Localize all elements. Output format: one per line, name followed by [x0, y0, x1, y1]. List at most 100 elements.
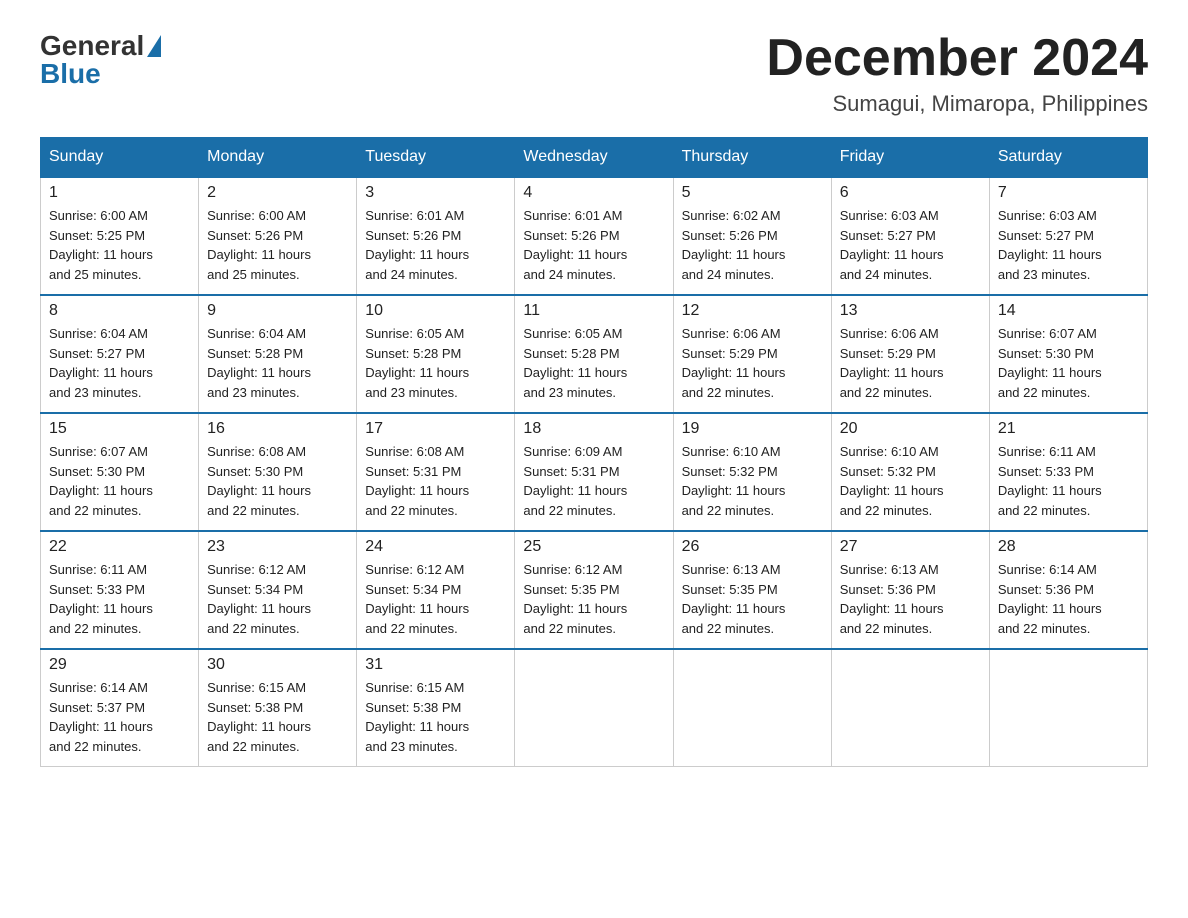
day-number: 30	[207, 656, 348, 674]
calendar-cell: 12Sunrise: 6:06 AMSunset: 5:29 PMDayligh…	[673, 295, 831, 413]
day-number: 14	[998, 302, 1139, 320]
day-info: Sunrise: 6:12 AMSunset: 5:34 PMDaylight:…	[365, 562, 469, 636]
calendar-cell: 6 Sunrise: 6:03 AMSunset: 5:27 PMDaylight…	[831, 177, 989, 295]
calendar-cell: 4 Sunrise: 6:01 AMSunset: 5:26 PMDaylight…	[515, 177, 673, 295]
col-header-friday: Friday	[831, 138, 989, 178]
day-info: Sunrise: 6:12 AMSunset: 5:35 PMDaylight:…	[523, 562, 627, 636]
day-info: Sunrise: 6:01 AMSunset: 5:26 PMDaylight:…	[523, 208, 627, 282]
calendar-cell: 28 Sunrise: 6:14 AMSunset: 5:36 PMDayligh…	[989, 531, 1147, 649]
calendar-cell: 16 Sunrise: 6:08 AMSunset: 5:30 PMDayligh…	[199, 413, 357, 531]
day-number: 8	[49, 302, 190, 320]
calendar-cell: 5 Sunrise: 6:02 AMSunset: 5:26 PMDaylight…	[673, 177, 831, 295]
calendar-cell: 23 Sunrise: 6:12 AMSunset: 5:34 PMDayligh…	[199, 531, 357, 649]
day-info: Sunrise: 6:08 AMSunset: 5:30 PMDaylight:…	[207, 444, 311, 518]
calendar-cell: 19 Sunrise: 6:10 AMSunset: 5:32 PMDayligh…	[673, 413, 831, 531]
week-row-4: 22 Sunrise: 6:11 AMSunset: 5:33 PMDayligh…	[41, 531, 1148, 649]
day-info: Sunrise: 6:05 AMSunset: 5:28 PMDaylight:…	[523, 326, 627, 400]
day-info: Sunrise: 6:15 AMSunset: 5:38 PMDaylight:…	[365, 680, 469, 754]
day-info: Sunrise: 6:12 AMSunset: 5:34 PMDaylight:…	[207, 562, 311, 636]
logo-triangle-icon	[147, 35, 161, 57]
calendar-cell: 30 Sunrise: 6:15 AMSunset: 5:38 PMDayligh…	[199, 649, 357, 767]
day-number: 29	[49, 656, 190, 674]
col-header-saturday: Saturday	[989, 138, 1147, 178]
calendar-cell: 20Sunrise: 6:10 AMSunset: 5:32 PMDayligh…	[831, 413, 989, 531]
day-info: Sunrise: 6:15 AMSunset: 5:38 PMDaylight:…	[207, 680, 311, 754]
day-info: Sunrise: 6:11 AMSunset: 5:33 PMDaylight:…	[49, 562, 153, 636]
day-info: Sunrise: 6:03 AMSunset: 5:27 PMDaylight:…	[998, 208, 1102, 282]
calendar-cell: 18 Sunrise: 6:09 AMSunset: 5:31 PMDayligh…	[515, 413, 673, 531]
day-number: 19	[682, 420, 823, 438]
day-info: Sunrise: 6:08 AMSunset: 5:31 PMDaylight:…	[365, 444, 469, 518]
col-header-tuesday: Tuesday	[357, 138, 515, 178]
day-number: 18	[523, 420, 664, 438]
day-info: Sunrise: 6:06 AMSunset: 5:29 PMDaylight:…	[840, 326, 944, 400]
day-info: Sunrise: 6:01 AMSunset: 5:26 PMDaylight:…	[365, 208, 469, 282]
day-info: Sunrise: 6:04 AMSunset: 5:28 PMDaylight:…	[207, 326, 311, 400]
calendar-cell: 29Sunrise: 6:14 AMSunset: 5:37 PMDayligh…	[41, 649, 199, 767]
day-info: Sunrise: 6:05 AMSunset: 5:28 PMDaylight:…	[365, 326, 469, 400]
day-number: 24	[365, 538, 506, 556]
calendar-cell: 17 Sunrise: 6:08 AMSunset: 5:31 PMDayligh…	[357, 413, 515, 531]
day-info: Sunrise: 6:00 AMSunset: 5:26 PMDaylight:…	[207, 208, 311, 282]
day-info: Sunrise: 6:10 AMSunset: 5:32 PMDaylight:…	[682, 444, 786, 518]
calendar-cell: 22 Sunrise: 6:11 AMSunset: 5:33 PMDayligh…	[41, 531, 199, 649]
day-number: 25	[523, 538, 664, 556]
location-subtitle: Sumagui, Mimaropa, Philippines	[766, 91, 1148, 117]
calendar-cell: 27Sunrise: 6:13 AMSunset: 5:36 PMDayligh…	[831, 531, 989, 649]
title-area: December 2024 Sumagui, Mimaropa, Philipp…	[766, 30, 1148, 117]
day-number: 21	[998, 420, 1139, 438]
header-row: SundayMondayTuesdayWednesdayThursdayFrid…	[41, 138, 1148, 178]
day-number: 28	[998, 538, 1139, 556]
calendar-cell: 2Sunrise: 6:00 AMSunset: 5:26 PMDaylight…	[199, 177, 357, 295]
logo-blue-text: Blue	[40, 58, 101, 90]
day-number: 4	[523, 184, 664, 202]
day-number: 13	[840, 302, 981, 320]
day-info: Sunrise: 6:09 AMSunset: 5:31 PMDaylight:…	[523, 444, 627, 518]
calendar-cell: 13 Sunrise: 6:06 AMSunset: 5:29 PMDayligh…	[831, 295, 989, 413]
calendar-cell: 31 Sunrise: 6:15 AMSunset: 5:38 PMDayligh…	[357, 649, 515, 767]
col-header-wednesday: Wednesday	[515, 138, 673, 178]
day-number: 31	[365, 656, 506, 674]
col-header-sunday: Sunday	[41, 138, 199, 178]
day-number: 23	[207, 538, 348, 556]
day-info: Sunrise: 6:13 AMSunset: 5:35 PMDaylight:…	[682, 562, 786, 636]
col-header-thursday: Thursday	[673, 138, 831, 178]
calendar-table: SundayMondayTuesdayWednesdayThursdayFrid…	[40, 137, 1148, 767]
day-info: Sunrise: 6:00 AMSunset: 5:25 PMDaylight:…	[49, 208, 153, 282]
day-info: Sunrise: 6:10 AMSunset: 5:32 PMDaylight:…	[840, 444, 944, 518]
day-number: 6	[840, 184, 981, 202]
calendar-cell: 9Sunrise: 6:04 AMSunset: 5:28 PMDaylight…	[199, 295, 357, 413]
day-info: Sunrise: 6:14 AMSunset: 5:36 PMDaylight:…	[998, 562, 1102, 636]
day-number: 17	[365, 420, 506, 438]
calendar-cell: 21Sunrise: 6:11 AMSunset: 5:33 PMDayligh…	[989, 413, 1147, 531]
day-number: 7	[998, 184, 1139, 202]
calendar-cell	[831, 649, 989, 767]
col-header-monday: Monday	[199, 138, 357, 178]
calendar-cell	[989, 649, 1147, 767]
calendar-body: 1 Sunrise: 6:00 AMSunset: 5:25 PMDaylight…	[41, 177, 1148, 767]
calendar-cell	[515, 649, 673, 767]
calendar-cell: 11Sunrise: 6:05 AMSunset: 5:28 PMDayligh…	[515, 295, 673, 413]
day-number: 16	[207, 420, 348, 438]
calendar-cell: 10Sunrise: 6:05 AMSunset: 5:28 PMDayligh…	[357, 295, 515, 413]
day-info: Sunrise: 6:07 AMSunset: 5:30 PMDaylight:…	[49, 444, 153, 518]
week-row-5: 29Sunrise: 6:14 AMSunset: 5:37 PMDayligh…	[41, 649, 1148, 767]
page-header: General Blue December 2024 Sumagui, Mima…	[40, 30, 1148, 117]
calendar-cell: 26Sunrise: 6:13 AMSunset: 5:35 PMDayligh…	[673, 531, 831, 649]
day-number: 3	[365, 184, 506, 202]
calendar-cell: 14Sunrise: 6:07 AMSunset: 5:30 PMDayligh…	[989, 295, 1147, 413]
calendar-cell: 15Sunrise: 6:07 AMSunset: 5:30 PMDayligh…	[41, 413, 199, 531]
logo: General Blue	[40, 30, 161, 90]
day-info: Sunrise: 6:04 AMSunset: 5:27 PMDaylight:…	[49, 326, 153, 400]
day-number: 1	[49, 184, 190, 202]
day-info: Sunrise: 6:03 AMSunset: 5:27 PMDaylight:…	[840, 208, 944, 282]
day-number: 5	[682, 184, 823, 202]
day-info: Sunrise: 6:02 AMSunset: 5:26 PMDaylight:…	[682, 208, 786, 282]
calendar-cell: 24 Sunrise: 6:12 AMSunset: 5:34 PMDayligh…	[357, 531, 515, 649]
day-number: 27	[840, 538, 981, 556]
calendar-cell: 1 Sunrise: 6:00 AMSunset: 5:25 PMDaylight…	[41, 177, 199, 295]
day-number: 12	[682, 302, 823, 320]
day-number: 22	[49, 538, 190, 556]
calendar-cell: 25 Sunrise: 6:12 AMSunset: 5:35 PMDayligh…	[515, 531, 673, 649]
week-row-3: 15Sunrise: 6:07 AMSunset: 5:30 PMDayligh…	[41, 413, 1148, 531]
